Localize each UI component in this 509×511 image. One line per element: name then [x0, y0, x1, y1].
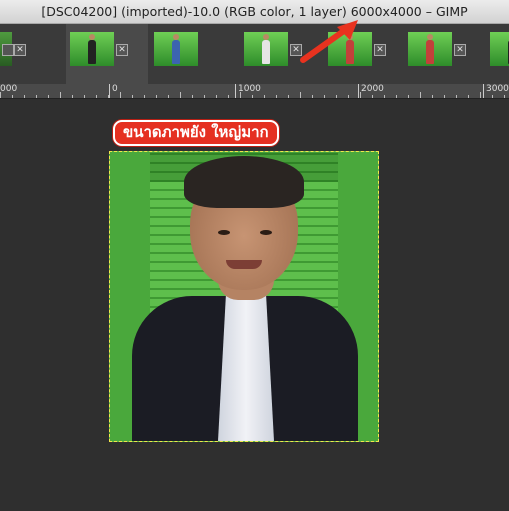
annotation-arrow-icon: [300, 20, 358, 63]
